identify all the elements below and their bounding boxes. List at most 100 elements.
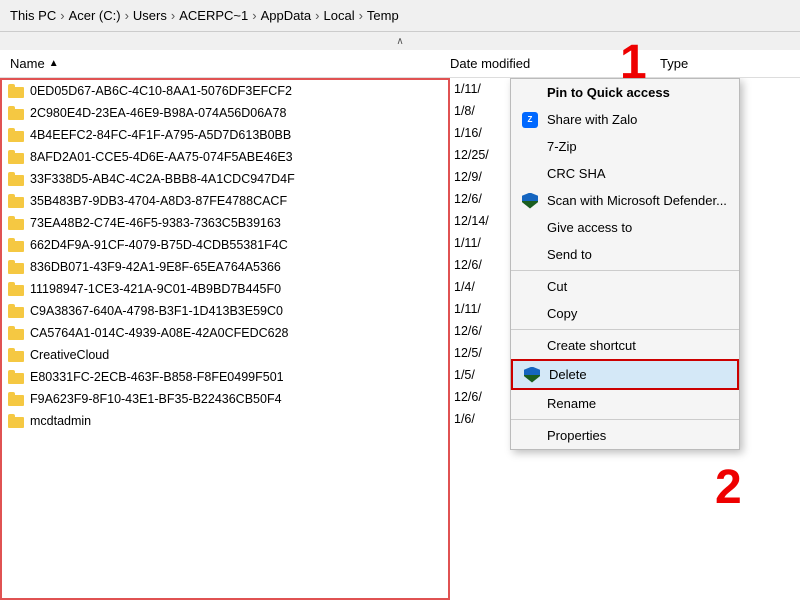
folder-icon [8, 150, 24, 164]
file-name-text: 8AFD2A01-CCE5-4D6E-AA75-074F5ABE46E3 [30, 150, 293, 164]
ctx-item-label: CRC SHA [547, 166, 606, 181]
ctx-item-label: Pin to Quick access [547, 85, 670, 100]
file-row[interactable]: 2C980E4D-23EA-46E9-B98A-074A56D06A78 [2, 102, 448, 124]
sep-3: › [171, 8, 175, 23]
ctx-item-label: 7-Zip [547, 139, 577, 154]
file-name-text: E80331FC-2ECB-463F-B858-F8FE0499F501 [30, 370, 284, 384]
ctx-item-copy[interactable]: Copy [511, 300, 739, 327]
folder-icon [8, 194, 24, 208]
file-row[interactable]: CA5764A1-014C-4939-A08E-42A0CFEDC628 [2, 322, 448, 344]
breadcrumb-appdata[interactable]: AppData [261, 8, 312, 23]
ctx-item-label: Delete [549, 367, 587, 382]
file-row[interactable]: 4B4EEFC2-84FC-4F1F-A795-A5D7D613B0BB [2, 124, 448, 146]
folder-icon [8, 282, 24, 296]
col-type-label: Type [660, 56, 688, 71]
file-row[interactable]: 662D4F9A-91CF-4079-B75D-4CDB55381F4C [2, 234, 448, 256]
col-header-name[interactable]: Name ▲ [0, 56, 450, 71]
ctx-item-label: Give access to [547, 220, 632, 235]
file-names-panel: 0ED05D67-AB6C-4C10-8AA1-5076DF3EFCF2 2C98… [0, 78, 450, 600]
breadcrumb-users[interactable]: Users [133, 8, 167, 23]
file-row[interactable]: C9A38367-640A-4798-B3F1-1D413B3E59C0 [2, 300, 448, 322]
annotation-1: 1 [620, 35, 647, 90]
ctx-item-delete[interactable]: Delete [511, 359, 739, 390]
file-row[interactable]: F9A623F9-8F10-43E1-BF35-B22436CB50F4 [2, 388, 448, 410]
breadcrumb-this-pc[interactable]: This PC [10, 8, 56, 23]
file-name-text: CA5764A1-014C-4939-A08E-42A0CFEDC628 [30, 326, 288, 340]
ctx-item-label: Copy [547, 306, 577, 321]
folder-icon [8, 326, 24, 340]
zalo-icon: Z [521, 111, 539, 129]
file-name-text: 0ED05D67-AB6C-4C10-8AA1-5076DF3EFCF2 [30, 84, 292, 98]
file-row[interactable]: 11198947-1CE3-421A-9C01-4B9BD7B445F0 [2, 278, 448, 300]
folder-icon [8, 84, 24, 98]
file-name-text: mcdtadmin [30, 414, 91, 428]
folder-icon [8, 304, 24, 318]
ctx-item-give-access[interactable]: Give access to [511, 214, 739, 241]
file-row[interactable]: E80331FC-2ECB-463F-B858-F8FE0499F501 [2, 366, 448, 388]
ctx-item-send-to[interactable]: Send to [511, 241, 739, 268]
file-name-text: 2C980E4D-23EA-46E9-B98A-074A56D06A78 [30, 106, 286, 120]
folder-icon [8, 106, 24, 120]
file-name-text: 33F338D5-AB4C-4C2A-BBB8-4A1CDC947D4F [30, 172, 295, 186]
ctx-item-properties[interactable]: Properties [511, 422, 739, 449]
file-name-text: CreativeCloud [30, 348, 109, 362]
ctx-separator [511, 419, 739, 420]
file-name-text: 4B4EEFC2-84FC-4F1F-A795-A5D7D613B0BB [30, 128, 291, 142]
file-row[interactable]: 35B483B7-9DB3-4704-A8D3-87FE4788CACF [2, 190, 448, 212]
ctx-item-crc-sha[interactable]: CRC SHA [511, 160, 739, 187]
right-panel: 1/11/1/8/1/16/12/25/12/9/12/6/12/14/1/11… [450, 78, 800, 600]
file-row[interactable]: 0ED05D67-AB6C-4C10-8AA1-5076DF3EFCF2 [2, 80, 448, 102]
folder-icon [8, 348, 24, 362]
shield-icon [521, 192, 539, 210]
col-header-type[interactable]: Type [660, 56, 800, 71]
folder-icon [8, 172, 24, 186]
column-headers: Name ▲ Date modified Type [0, 50, 800, 78]
file-name-text: 11198947-1CE3-421A-9C01-4B9BD7B445F0 [30, 282, 281, 296]
folder-icon [8, 260, 24, 274]
file-name-text: 35B483B7-9DB3-4704-A8D3-87FE4788CACF [30, 194, 287, 208]
breadcrumb-temp[interactable]: Temp [367, 8, 399, 23]
breadcrumb-bar: This PC › Acer (C:) › Users › ACERPC~1 ›… [0, 0, 800, 32]
file-name-text: 836DB071-43F9-42A1-9E8F-65EA764A5366 [30, 260, 281, 274]
breadcrumb-local[interactable]: Local [324, 8, 355, 23]
folder-icon [8, 128, 24, 142]
file-name-text: C9A38367-640A-4798-B3F1-1D413B3E59C0 [30, 304, 283, 318]
ctx-item-create-shortcut[interactable]: Create shortcut [511, 332, 739, 359]
sep-2: › [125, 8, 129, 23]
file-name-text: 73EA48B2-C74E-46F5-9383-7363C5B39163 [30, 216, 281, 230]
shield-icon [523, 366, 541, 384]
file-row[interactable]: 33F338D5-AB4C-4C2A-BBB8-4A1CDC947D4F [2, 168, 448, 190]
sep-1: › [60, 8, 64, 23]
breadcrumb-user[interactable]: ACERPC~1 [179, 8, 248, 23]
ctx-separator [511, 329, 739, 330]
breadcrumb-drive[interactable]: Acer (C:) [69, 8, 121, 23]
file-row[interactable]: 8AFD2A01-CCE5-4D6E-AA75-074F5ABE46E3 [2, 146, 448, 168]
folder-icon [8, 392, 24, 406]
ctx-item-label: Create shortcut [547, 338, 636, 353]
ctx-item-label: Scan with Microsoft Defender... [547, 193, 727, 208]
ctx-item-cut[interactable]: Cut [511, 273, 739, 300]
ctx-item-label: Share with Zalo [547, 112, 637, 127]
col-date-label: Date modified [450, 56, 530, 71]
file-row[interactable]: 836DB071-43F9-42A1-9E8F-65EA764A5366 [2, 256, 448, 278]
file-row[interactable]: CreativeCloud [2, 344, 448, 366]
folder-icon [8, 414, 24, 428]
ctx-item-share-zalo[interactable]: Z Share with Zalo [511, 106, 739, 133]
folder-icon [8, 238, 24, 252]
col-name-label: Name [10, 56, 45, 71]
ctx-item-label: Properties [547, 428, 606, 443]
ctx-item-rename[interactable]: Rename [511, 390, 739, 417]
file-list: 0ED05D67-AB6C-4C10-8AA1-5076DF3EFCF2 2C98… [0, 78, 800, 600]
sep-6: › [359, 8, 363, 23]
ctx-item-scan[interactable]: Scan with Microsoft Defender... [511, 187, 739, 214]
ctx-item-label: Rename [547, 396, 596, 411]
annotation-2: 2 [715, 460, 742, 515]
file-row[interactable]: 73EA48B2-C74E-46F5-9383-7363C5B39163 [2, 212, 448, 234]
ctx-item-7zip[interactable]: 7-Zip [511, 133, 739, 160]
breadcrumb-up-arrow[interactable]: ∧ [0, 32, 800, 50]
sort-icon: ▲ [49, 58, 59, 69]
context-menu: Pin to Quick access Z Share with Zalo 7-Zip… [510, 78, 740, 450]
sep-5: › [315, 8, 319, 23]
folder-icon [8, 216, 24, 230]
file-row[interactable]: mcdtadmin [2, 410, 448, 432]
